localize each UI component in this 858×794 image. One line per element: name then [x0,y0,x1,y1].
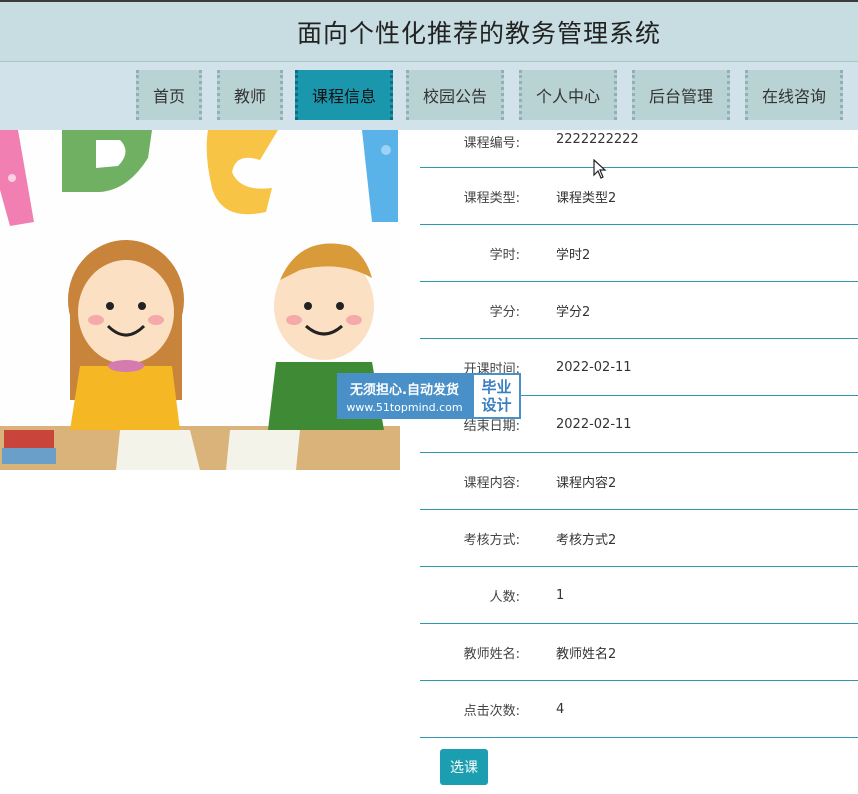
detail-value: 1 [556,587,565,603]
detail-row-click-count: 点击次数: 4 [420,681,858,738]
detail-label: 课程类型: [463,190,520,206]
detail-value: 教师姓名2 [556,646,617,662]
watermark-line2: www.51topmind.com [346,400,463,414]
detail-value: 2222222222 [556,132,639,147]
watermark-badge-line2: 设计 [481,396,512,414]
detail-row-teacher-name: 教师姓名: 教师姓名2 [420,624,858,681]
detail-label: 课程编号: [463,136,520,151]
main-nav: 首页 教师 课程信息 校园公告 个人中心 后台管理 在线咨询 [0,62,858,130]
detail-label: 人数: [489,589,520,605]
detail-value: 学时2 [556,247,591,263]
detail-label: 点击次数: [463,703,520,719]
watermark-badge: 无须担心.自动发货 www.51topmind.com 毕业 设计 [337,373,521,419]
detail-row-credits: 学分: 学分2 [420,282,858,339]
detail-row-course-number: 课程编号: 2222222222 [420,130,858,168]
course-illustration [0,130,400,470]
detail-label: 考核方式: [463,532,520,548]
course-detail-panel: 课程编号: 2222222222 课程类型: 课程类型2 学时: 学时2 学分:… [420,130,858,794]
detail-value: 4 [556,701,565,717]
detail-row-assessment: 考核方式: 考核方式2 [420,510,858,567]
nav-item-admin[interactable]: 后台管理 [632,70,730,120]
detail-value: 学分2 [556,304,591,320]
course-image [0,130,400,470]
watermark-line1: 无须担心.自动发货 [350,382,459,398]
watermark-badge-line1: 毕业 [481,378,512,396]
detail-label: 课程内容: [463,475,520,491]
watermark-seal: 毕业 设计 [472,373,521,419]
detail-value: 2022-02-11 [556,359,632,375]
detail-row-headcount: 人数: 1 [420,567,858,624]
nav-item-campus-notice[interactable]: 校园公告 [406,70,504,120]
detail-row-course-type: 课程类型: 课程类型2 [420,168,858,225]
header-bar: 面向个性化推荐的教务管理系统 [0,0,858,62]
detail-value: 考核方式2 [556,532,617,548]
nav-item-teacher[interactable]: 教师 [217,70,283,120]
action-row: 选课 [420,738,858,794]
detail-row-hours: 学时: 学时2 [420,225,858,282]
nav-item-course-info[interactable]: 课程信息 [295,70,393,120]
nav-item-home[interactable]: 首页 [136,70,202,120]
detail-value: 课程内容2 [556,475,617,491]
nav-item-personal-center[interactable]: 个人中心 [519,70,617,120]
detail-label: 教师姓名: [463,646,520,662]
page-title: 面向个性化推荐的教务管理系统 [296,18,661,48]
mouse-cursor-icon [593,158,607,183]
detail-value: 课程类型2 [556,190,617,206]
detail-value: 2022-02-11 [556,416,632,432]
select-course-button[interactable]: 选课 [440,748,488,785]
detail-label: 学时: [489,247,520,263]
detail-label: 学分: [489,304,520,320]
detail-row-course-content: 课程内容: 课程内容2 [420,453,858,510]
nav-item-online-consult[interactable]: 在线咨询 [745,70,843,120]
watermark-text-block: 无须担心.自动发货 www.51topmind.com [337,373,472,419]
